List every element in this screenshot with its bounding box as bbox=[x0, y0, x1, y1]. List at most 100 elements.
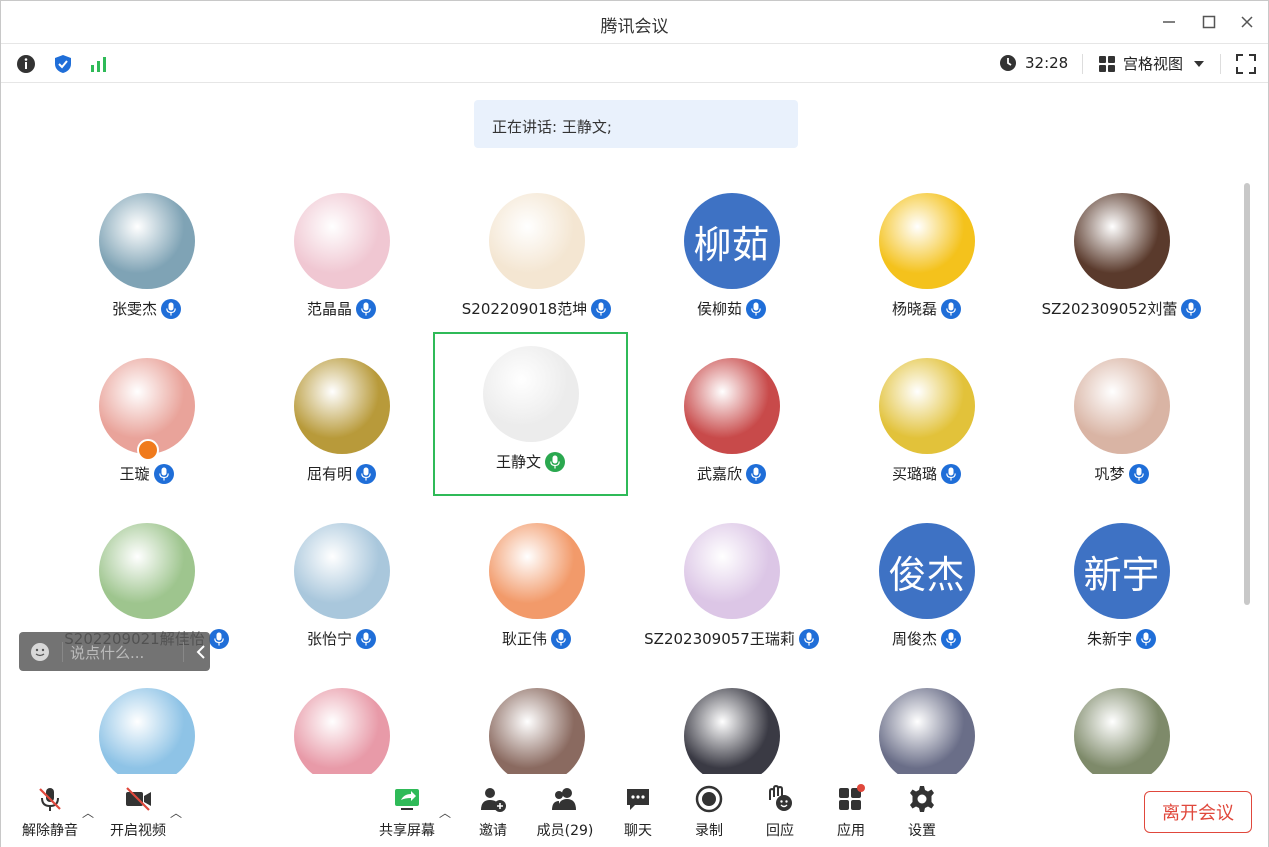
minimize-icon bbox=[1163, 21, 1175, 23]
members-button[interactable]: 成员(29) bbox=[530, 784, 600, 840]
mic-muted-icon bbox=[746, 298, 766, 319]
participant-tile[interactable]: 张雯杰 bbox=[49, 181, 244, 346]
mic-muted-icon bbox=[39, 788, 61, 811]
video-off-icon bbox=[126, 787, 151, 811]
participant-tile[interactable]: 王静文 bbox=[433, 332, 628, 496]
share-options-chevron[interactable]: ︿ bbox=[439, 804, 451, 821]
participant-name: 杨晓磊 bbox=[891, 300, 937, 318]
participant-tile[interactable]: 巩梦 bbox=[1024, 346, 1219, 511]
participant-tile[interactable]: 武嘉欣 bbox=[634, 346, 829, 511]
participant-tile[interactable]: 俊杰 周俊杰 bbox=[829, 511, 1024, 676]
collapse-chevron-icon[interactable] bbox=[195, 645, 207, 659]
video-options-chevron[interactable]: ︿ bbox=[170, 804, 182, 821]
maximize-button[interactable] bbox=[1194, 7, 1224, 37]
participant-tile[interactable]: 张怡宁 bbox=[244, 511, 439, 676]
record-button[interactable]: 录制 bbox=[674, 784, 744, 840]
participant-tile[interactable]: 买璐璐 bbox=[829, 346, 1024, 511]
avatar bbox=[293, 688, 390, 774]
minimize-button[interactable] bbox=[1154, 7, 1184, 37]
avatar bbox=[98, 193, 195, 289]
start-video-button[interactable]: 开启视频 bbox=[103, 784, 173, 840]
unmute-button[interactable]: 解除静音 bbox=[15, 784, 85, 840]
leave-meeting-button[interactable]: 离开会议 bbox=[1144, 791, 1252, 833]
participant-name: 巩梦 bbox=[1094, 465, 1125, 483]
participant-tile[interactable]: 屈有明 bbox=[244, 346, 439, 511]
grid-view-icon bbox=[1099, 55, 1115, 72]
audio-options-chevron[interactable]: ︿ bbox=[82, 804, 94, 821]
participant-tile[interactable]: S202209018范坤 bbox=[439, 181, 634, 346]
avatar-initials: 新宇 bbox=[1083, 552, 1160, 597]
participant-tile[interactable] bbox=[1024, 676, 1219, 774]
participant-name-row: 范晶晶 bbox=[244, 298, 439, 319]
apps-label: 应用 bbox=[837, 823, 865, 839]
avatar bbox=[488, 688, 585, 774]
invite-button[interactable]: 邀请 bbox=[458, 784, 528, 840]
gear-icon bbox=[910, 786, 934, 812]
participant-name: 武嘉欣 bbox=[696, 465, 742, 483]
participant-tile[interactable] bbox=[439, 676, 634, 774]
chat-label: 聊天 bbox=[624, 823, 652, 839]
participant-tile[interactable]: 耿正伟 bbox=[439, 511, 634, 676]
start-video-label: 开启视频 bbox=[110, 823, 166, 839]
participant-tile[interactable] bbox=[244, 676, 439, 774]
members-label: 成员(29) bbox=[536, 823, 594, 839]
close-button[interactable] bbox=[1232, 7, 1262, 37]
avatar bbox=[683, 688, 780, 774]
participant-name: 朱新宇 bbox=[1086, 630, 1132, 648]
participant-name-row: 王静文 bbox=[435, 451, 626, 472]
chat-button[interactable]: 聊天 bbox=[603, 784, 673, 840]
participant-name: 侯柳茹 bbox=[696, 300, 742, 318]
signal-icon[interactable] bbox=[88, 53, 110, 75]
participant-name: 王静文 bbox=[495, 453, 541, 471]
record-icon bbox=[695, 785, 723, 813]
clock-icon bbox=[1000, 55, 1016, 71]
quick-chat-box[interactable]: 说点什么... bbox=[19, 632, 210, 671]
view-mode-dropdown[interactable]: 宫格视图 bbox=[1098, 53, 1205, 74]
view-mode-label: 宫格视图 bbox=[1123, 55, 1184, 73]
participant-name-row: 耿正伟 bbox=[439, 628, 634, 649]
grid-scrollbar[interactable] bbox=[1244, 183, 1250, 605]
title-bar: 腾讯会议 bbox=[1, 1, 1268, 43]
settings-button[interactable]: 设置 bbox=[887, 784, 957, 840]
participant-tile[interactable]: SZ202309057王瑞莉 bbox=[634, 511, 829, 676]
participant-tile[interactable] bbox=[49, 676, 244, 774]
participant-tile[interactable]: 王璇 bbox=[49, 346, 244, 511]
host-badge-icon bbox=[136, 439, 159, 461]
participant-name-row: 周俊杰 bbox=[829, 628, 1024, 649]
participant-name: 耿正伟 bbox=[501, 630, 547, 648]
participant-tile[interactable] bbox=[829, 676, 1024, 774]
participant-name-row: SZ202309052刘蕾 bbox=[1024, 298, 1219, 319]
control-bar: 解除静音 ︿ 开启视频 ︿ 共享屏幕 ︿ 邀请 成员(29) 聊天 录制 回应 … bbox=[1, 774, 1268, 847]
participant-tile[interactable]: 柳茹侯柳茹 bbox=[634, 181, 829, 346]
apps-button[interactable]: 应用 bbox=[816, 784, 886, 840]
info-icon[interactable] bbox=[15, 53, 37, 75]
chevron-down-icon bbox=[1194, 60, 1205, 67]
avatar bbox=[488, 523, 585, 619]
participant-tile[interactable] bbox=[634, 676, 829, 774]
participant-tile[interactable]: 新宇 朱新宇 bbox=[1024, 511, 1219, 676]
react-label: 回应 bbox=[766, 823, 794, 839]
shield-icon[interactable] bbox=[52, 53, 74, 75]
chat-divider bbox=[183, 642, 184, 662]
avatar bbox=[1073, 688, 1170, 774]
mic-active-icon bbox=[545, 451, 565, 472]
participant-tile[interactable]: SZ202309052刘蕾 bbox=[1024, 181, 1219, 346]
participant-tile[interactable]: 杨晓磊 bbox=[829, 181, 1024, 346]
fullscreen-icon[interactable] bbox=[1235, 53, 1257, 75]
share-screen-button[interactable]: 共享屏幕 bbox=[372, 784, 442, 840]
mic-muted-icon bbox=[551, 628, 571, 649]
avatar bbox=[878, 358, 975, 454]
chat-input[interactable]: 说点什么... bbox=[70, 642, 144, 663]
mic-muted-icon bbox=[798, 628, 819, 649]
toolbar-divider bbox=[1082, 54, 1083, 74]
invite-label: 邀请 bbox=[479, 823, 507, 839]
mic-muted-icon bbox=[356, 628, 376, 649]
mic-muted-icon bbox=[1128, 463, 1149, 484]
participant-tile[interactable]: 范晶晶 bbox=[244, 181, 439, 346]
avatar: 柳茹 bbox=[683, 193, 780, 289]
emoji-icon[interactable] bbox=[29, 641, 51, 663]
avatar bbox=[488, 193, 585, 289]
speaking-text: 正在讲话: 王静文; bbox=[492, 118, 612, 136]
participant-name-row: 巩梦 bbox=[1024, 463, 1219, 484]
react-button[interactable]: 回应 bbox=[745, 784, 815, 840]
